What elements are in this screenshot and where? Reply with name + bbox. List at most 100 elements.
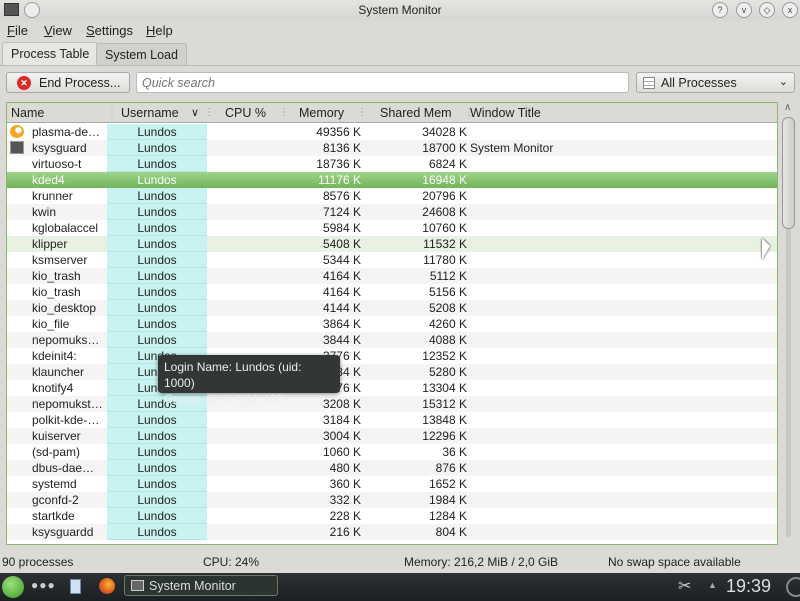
cell-shared-mem: 1284 K bbox=[428, 509, 467, 523]
cell-username: Lundos bbox=[107, 252, 207, 268]
filter-value: All Processes bbox=[661, 76, 737, 90]
cell-username: Lundos bbox=[107, 236, 207, 252]
file-manager-icon[interactable] bbox=[70, 579, 81, 594]
tooltip-login: Login Name: Lundos (uid: 1000) bbox=[164, 360, 302, 390]
cell-name: klipper bbox=[32, 237, 68, 251]
table-row[interactable]: systemd Lundos 360 K 1652 K bbox=[7, 476, 777, 492]
cell-username: Lundos bbox=[107, 156, 207, 172]
column-separator: ⋮ bbox=[107, 107, 117, 118]
scroll-thumb[interactable] bbox=[782, 117, 795, 229]
cell-username: Lundos bbox=[107, 412, 207, 428]
table-row[interactable]: knotify4 Lundos 3576 K 13304 K bbox=[7, 380, 777, 396]
table-row[interactable]: nepomukst… Lundos 3208 K 15312 K bbox=[7, 396, 777, 412]
process-filter-select[interactable]: All Processes ⌄ bbox=[636, 72, 795, 93]
table-row[interactable]: ksysguardd Lundos 216 K 804 K bbox=[7, 524, 777, 540]
close-button[interactable]: x bbox=[782, 2, 798, 18]
column-memory[interactable]: Memory bbox=[299, 106, 344, 120]
column-username[interactable]: Username bbox=[121, 106, 179, 120]
table-row[interactable]: plasma-de… Lundos 49356 K 34028 K bbox=[7, 124, 777, 140]
maximize-button[interactable]: ◇ bbox=[759, 2, 775, 18]
cell-name: kio_trash bbox=[32, 285, 81, 299]
end-process-label: End Process... bbox=[39, 76, 121, 90]
cell-shared-mem: 36 K bbox=[442, 445, 467, 459]
cell-username: Lundos bbox=[107, 284, 207, 300]
table-row[interactable]: krunner Lundos 8576 K 20796 K bbox=[7, 188, 777, 204]
cell-username: Lundos bbox=[107, 508, 207, 524]
chevron-down-icon: ⌄ bbox=[778, 76, 788, 88]
cell-memory: 8136 K bbox=[322, 141, 361, 155]
table-row[interactable]: polkit-kde-… Lundos 3184 K 13848 K bbox=[7, 412, 777, 428]
table-row[interactable]: gconfd-2 Lundos 332 K 1984 K bbox=[7, 492, 777, 508]
quick-search-input[interactable] bbox=[136, 72, 629, 93]
cell-username: Lundos bbox=[107, 492, 207, 508]
network-icon[interactable]: ✂ bbox=[678, 576, 691, 596]
table-row[interactable]: virtuoso-t Lundos 18736 K 6824 K bbox=[7, 156, 777, 172]
user-tooltip: Login Name: Lundos (uid: 1000) Group: us… bbox=[158, 355, 340, 406]
table-row[interactable]: kio_trash Lundos 4164 K 5156 K bbox=[7, 284, 777, 300]
cell-memory: 480 K bbox=[329, 461, 361, 475]
clock[interactable]: 19:39 bbox=[726, 576, 771, 597]
menu-file[interactable]: File bbox=[7, 23, 28, 38]
cell-window-title: System Monitor bbox=[470, 141, 554, 155]
table-row[interactable]: kuiserver Lundos 3004 K 12296 K bbox=[7, 428, 777, 444]
column-shared-mem[interactable]: Shared Mem bbox=[380, 106, 452, 120]
cell-name: krunner bbox=[32, 189, 73, 203]
cell-shared-mem: 24608 K bbox=[422, 205, 467, 219]
column-name[interactable]: Name bbox=[11, 106, 44, 120]
table-row[interactable]: klipper Lundos 5408 K 11532 K bbox=[7, 236, 777, 252]
table-row[interactable]: kded4 Lundos 11176 K 16948 K bbox=[7, 172, 777, 188]
cell-name: startkde bbox=[32, 509, 75, 523]
cell-shared-mem: 12352 K bbox=[422, 349, 467, 363]
cell-memory: 4164 K bbox=[322, 285, 361, 299]
activities-icon[interactable]: ●●● bbox=[31, 578, 56, 592]
table-row[interactable]: kglobalaccel Lundos 5984 K 10760 K bbox=[7, 220, 777, 236]
cell-shared-mem: 5280 K bbox=[428, 365, 467, 379]
cell-memory: 216 K bbox=[329, 525, 361, 539]
table-row[interactable]: klauncher Lundos 3684 K 5280 K bbox=[7, 364, 777, 380]
table-row[interactable]: kwin Lundos 7124 K 24608 K bbox=[7, 204, 777, 220]
menu-settings[interactable]: Settings bbox=[86, 23, 133, 38]
menu-help[interactable]: Help bbox=[146, 23, 173, 38]
menu-view[interactable]: View bbox=[44, 23, 72, 38]
cell-name: systemd bbox=[32, 477, 77, 491]
cell-username: Lundos bbox=[107, 140, 207, 156]
table-row[interactable]: kio_file Lundos 3864 K 4260 K bbox=[7, 316, 777, 332]
tab-system-load[interactable]: System Load bbox=[96, 43, 187, 65]
cell-memory: 3004 K bbox=[322, 429, 361, 443]
tab-process-table[interactable]: Process Table bbox=[2, 42, 99, 66]
table-header: Name ⋮ Username ∨ ⋮ CPU % ⋮ Memory ⋮ Sha… bbox=[7, 103, 777, 123]
column-cpu[interactable]: CPU % bbox=[225, 106, 266, 120]
cell-username: Lundos bbox=[107, 444, 207, 460]
scroll-up-icon[interactable]: ∧ bbox=[784, 102, 791, 113]
cell-username: Lundos bbox=[107, 332, 207, 348]
column-window-title[interactable]: Window Title bbox=[470, 106, 541, 120]
table-row[interactable]: (sd-pam) Lundos 1060 K 36 K bbox=[7, 444, 777, 460]
tray-expand-icon[interactable]: ▲ bbox=[708, 580, 717, 590]
cashew-icon[interactable] bbox=[786, 577, 800, 597]
end-process-button[interactable]: ✕ End Process... bbox=[6, 72, 130, 93]
table-row[interactable]: kio_desktop Lundos 4144 K 5208 K bbox=[7, 300, 777, 316]
cell-username: Lundos bbox=[107, 476, 207, 492]
taskbar-system-monitor[interactable]: System Monitor bbox=[124, 575, 278, 596]
table-row[interactable]: kio_trash Lundos 4164 K 5112 K bbox=[7, 268, 777, 284]
ksysguard-icon bbox=[10, 141, 24, 154]
table-row[interactable]: dbus-dae… Lundos 480 K 876 K bbox=[7, 460, 777, 476]
cell-name: polkit-kde-… bbox=[32, 413, 100, 427]
application-launcher-icon[interactable] bbox=[2, 576, 24, 598]
vertical-scrollbar[interactable]: ∧ bbox=[780, 102, 798, 545]
table-row[interactable]: ksysguard Lundos 8136 K 18700 K System Monit… bbox=[7, 140, 777, 156]
table-row[interactable]: startkde Lundos 228 K 1284 K bbox=[7, 508, 777, 524]
cell-username: Lundos bbox=[107, 204, 207, 220]
minimize-button[interactable]: v bbox=[736, 2, 752, 18]
firefox-icon[interactable] bbox=[99, 578, 115, 594]
table-row[interactable]: ksmserver Lundos 5344 K 11780 K bbox=[7, 252, 777, 268]
cell-memory: 18736 K bbox=[316, 157, 361, 171]
status-cpu: CPU: 24% bbox=[203, 555, 260, 569]
table-row[interactable]: kdeinit4: Lundos 3776 K 12352 K bbox=[7, 348, 777, 364]
plasma-icon bbox=[10, 125, 24, 138]
help-button[interactable]: ? bbox=[712, 2, 728, 18]
table-row[interactable]: nepomuks… Lundos 3844 K 4088 K bbox=[7, 332, 777, 348]
cell-shared-mem: 1984 K bbox=[428, 493, 467, 507]
cell-memory: 5984 K bbox=[322, 221, 361, 235]
process-table: Name ⋮ Username ∨ ⋮ CPU % ⋮ Memory ⋮ Sha… bbox=[6, 102, 778, 545]
